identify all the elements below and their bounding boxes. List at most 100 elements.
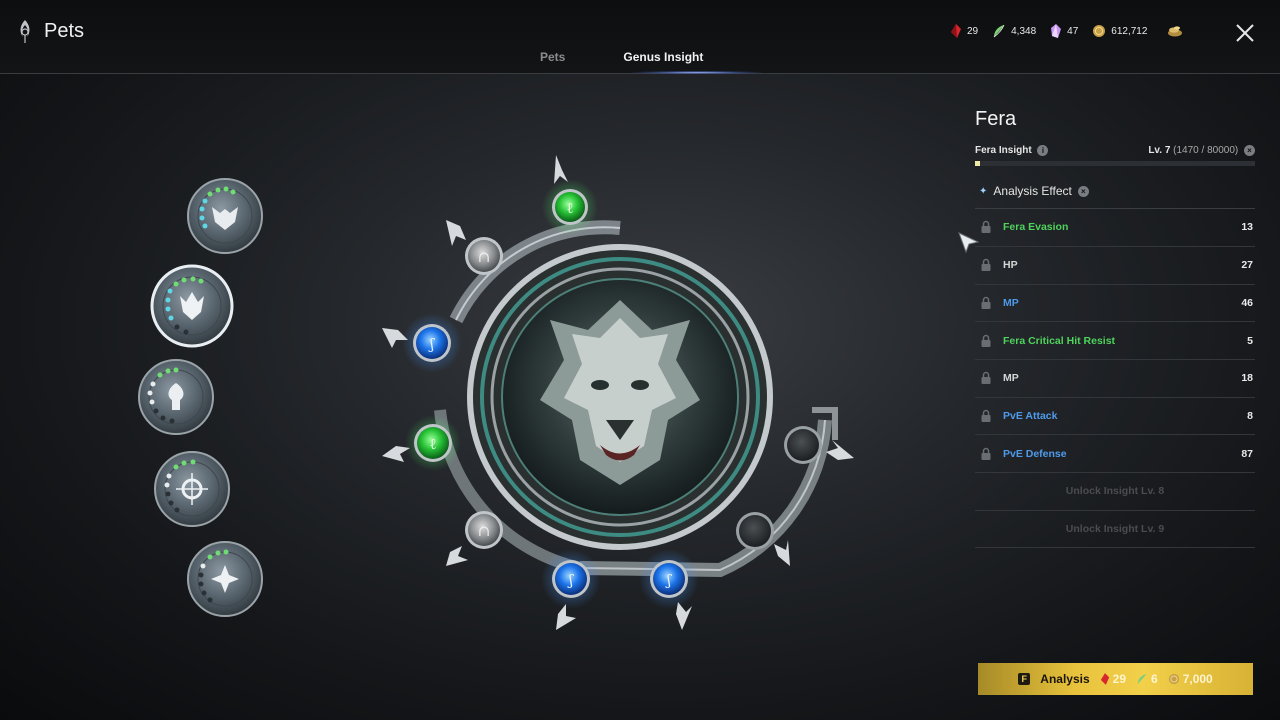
help-icon[interactable]: ×	[1244, 145, 1255, 156]
level-text: Lv. 7	[1148, 145, 1171, 157]
insight-progress-bar	[975, 161, 1255, 167]
analysis-effect-header: ✦ Analysis Effect ×	[975, 184, 1255, 210]
insight-label: Fera Insight	[975, 145, 1032, 157]
genus-button-orb[interactable]	[154, 451, 230, 527]
analysis-effect-row: MP 18	[975, 360, 1255, 398]
effect-name: HP	[1003, 259, 1018, 272]
analysis-effect-label: Analysis Effect	[993, 184, 1072, 199]
currency-value: 612,712	[1111, 25, 1148, 37]
window-brand: Pets	[14, 18, 84, 44]
insight-progress-fill	[975, 161, 981, 167]
pet-emblem-icon	[20, 20, 30, 43]
info-icon[interactable]: i	[1037, 145, 1049, 156]
currency-feather: 4,348	[992, 24, 1036, 38]
help-icon[interactable]: ×	[1077, 185, 1089, 197]
currency-value: 4,348	[1011, 25, 1037, 37]
effect-name: MP	[1003, 296, 1019, 309]
genus-button-star-flower[interactable]	[187, 541, 263, 617]
analysis-button-label: Analysis	[1040, 672, 1090, 686]
gold-coin-icon	[1093, 25, 1106, 37]
exp-text: (1470 / 80000)	[1173, 145, 1239, 157]
cost-value: 7,000	[1182, 672, 1213, 686]
node-gray-lower-left[interactable]: ∩	[465, 511, 503, 549]
analysis-effect-row: PvE Defense 87	[975, 435, 1255, 473]
analysis-effect-row: PvE Attack 8	[975, 398, 1255, 436]
locked-effect-row: Unlock Insight Lv. 9	[975, 511, 1255, 549]
cost-value: 29	[1112, 672, 1126, 686]
analysis-effect-row: Fera Evasion 13	[975, 209, 1255, 247]
currency-red-crystal: 29	[950, 24, 978, 38]
lock-icon[interactable]	[979, 296, 993, 310]
active-tab-indicator	[632, 71, 762, 74]
red-crystal-icon	[1100, 673, 1109, 685]
locked-effect-row: Unlock Insight Lv. 8	[975, 473, 1255, 511]
tab-genus-insight[interactable]: Genus Insight	[623, 50, 703, 64]
cost-gold: 7,000	[1168, 672, 1213, 686]
close-icon[interactable]	[1234, 22, 1256, 44]
gold-coin-icon	[1168, 673, 1179, 685]
lock-icon[interactable]	[979, 409, 993, 423]
hotkey-badge: F	[1018, 673, 1031, 685]
sparkle-icon: ✦	[979, 185, 988, 197]
analysis-effect-list: Fera Evasion 13 HP 27 MP 46 Fera Critical Hit …	[975, 209, 1255, 549]
node-dark-right[interactable]	[784, 426, 822, 464]
window-title: Pets	[44, 19, 85, 42]
lock-icon[interactable]	[979, 371, 993, 385]
currency-coin-pile[interactable]	[1167, 25, 1183, 37]
svg-text:ʃ: ʃ	[665, 571, 672, 589]
effect-name: PvE Attack	[1003, 409, 1058, 422]
analysis-effect-row: Fera Critical Hit Resist 5	[975, 322, 1255, 360]
mouse-cursor-icon	[958, 232, 980, 254]
red-crystal-icon	[951, 24, 961, 38]
effect-value: 8	[1247, 409, 1253, 422]
effect-value: 18	[1241, 372, 1253, 385]
effect-name: Fera Evasion	[1003, 221, 1069, 234]
analysis-effect-row: HP 27	[975, 247, 1255, 285]
lock-icon[interactable]	[979, 220, 993, 234]
svg-text:ʃ: ʃ	[567, 571, 574, 589]
currency-value: 47	[1067, 25, 1079, 37]
genus-title: Fera	[975, 108, 1017, 130]
effect-name: MP	[1003, 372, 1019, 385]
top-bar: Pets Pets Genus Insight 29 4,348 47 612,…	[0, 0, 1280, 74]
node-blue-bottom-right[interactable]: ʃ	[650, 560, 688, 598]
node-dark-lower-right[interactable]	[736, 512, 774, 550]
analysis-effect-row: MP 46	[975, 285, 1255, 323]
node-blue-bottom-left[interactable]: ʃ	[552, 560, 590, 598]
svg-text:ℓ: ℓ	[429, 435, 436, 453]
currency-pink-gem: 47	[1050, 24, 1078, 38]
effect-name: PvE Defense	[1003, 447, 1067, 460]
genus-emblem: ℓ ∩ ʃ ℓ ∩ ʃ ʃ	[382, 155, 854, 630]
coin-pile-icon	[1168, 26, 1183, 37]
insight-level: Lv. 7 (1470 / 80000) ×	[1148, 145, 1255, 156]
node-gray-upper-left[interactable]: ∩	[465, 237, 503, 275]
genus-button-fera[interactable]	[150, 264, 234, 348]
svg-text:ℓ: ℓ	[566, 199, 573, 217]
feather-icon	[1137, 673, 1147, 685]
node-blue-left[interactable]: ʃ	[413, 324, 451, 362]
effect-name: Fera Critical Hit Resist	[1003, 334, 1116, 347]
lock-icon[interactable]	[979, 334, 993, 348]
genus-list	[138, 178, 263, 617]
genus-detail-panel: Fera Fera Insight i Lv. 7 (1470 / 80000)…	[975, 108, 1255, 549]
cost-red-crystal: 29	[1100, 672, 1126, 686]
genus-button-tree[interactable]	[138, 359, 214, 435]
feather-icon	[993, 24, 1005, 38]
effect-value: 5	[1247, 334, 1253, 347]
lock-icon[interactable]	[979, 447, 993, 461]
lock-icon[interactable]	[979, 258, 993, 272]
effect-value: 27	[1241, 259, 1253, 272]
effect-value: 46	[1241, 296, 1253, 309]
node-green-top[interactable]: ℓ	[552, 189, 588, 225]
genus-button-wolf-mask[interactable]	[187, 178, 263, 254]
tab-pets[interactable]: Pets	[540, 50, 565, 64]
svg-text:∩: ∩	[478, 248, 491, 266]
node-green-left[interactable]: ℓ	[414, 424, 452, 462]
svg-text:∩: ∩	[478, 522, 491, 540]
currency-bar: 29 4,348 47 612,712	[950, 24, 1183, 38]
effect-value: 87	[1241, 447, 1253, 460]
cost-value: 6	[1151, 672, 1158, 686]
effect-value: 13	[1241, 221, 1253, 234]
analysis-button[interactable]: F Analysis 29 6 7,000	[978, 663, 1253, 695]
currency-gold: 612,712	[1092, 24, 1147, 38]
